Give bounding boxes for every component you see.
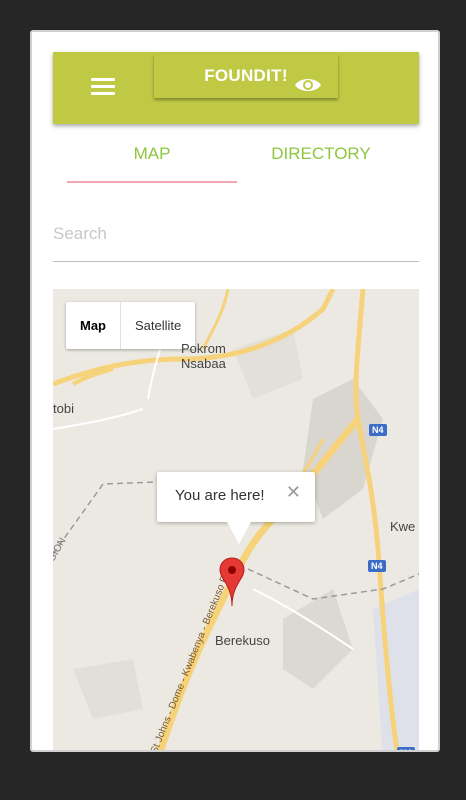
- place-label: Pokrom: [181, 341, 226, 356]
- place-label: Nsabaa: [181, 356, 226, 371]
- hamburger-menu-icon[interactable]: [91, 78, 115, 98]
- info-window: You are here! ✕: [157, 472, 315, 544]
- tab-directory[interactable]: DIRECTORY: [235, 124, 407, 184]
- info-window-text: You are here!: [175, 487, 265, 504]
- eye-icon[interactable]: [293, 74, 323, 96]
- place-label: Kwe: [390, 519, 416, 534]
- info-window-tail: [227, 522, 251, 544]
- close-icon[interactable]: ✕: [286, 482, 301, 503]
- app-bar: FOUNDIT!: [53, 52, 419, 124]
- place-label: Berekuso: [215, 633, 270, 648]
- map-pin-icon[interactable]: [219, 557, 245, 607]
- road-shield: N4: [397, 747, 415, 750]
- map-type-map-button[interactable]: Map: [66, 302, 121, 349]
- app-frame: FOUNDIT! MAP DIRECTORY Search Map Satell…: [30, 30, 440, 752]
- search-field: [53, 214, 419, 262]
- tab-map[interactable]: MAP: [67, 124, 237, 184]
- map-view[interactable]: Map Satellite Pokrom Nsabaa tobi Kwe Ber…: [53, 289, 419, 750]
- tab-bar: MAP DIRECTORY: [53, 124, 419, 184]
- tab-active-indicator: [67, 181, 237, 183]
- place-label: tobi: [53, 401, 74, 416]
- road-shield: N4: [369, 424, 387, 436]
- search-input[interactable]: [53, 214, 419, 254]
- map-type-control: Map Satellite: [66, 302, 196, 349]
- road-shield: N4: [368, 560, 386, 572]
